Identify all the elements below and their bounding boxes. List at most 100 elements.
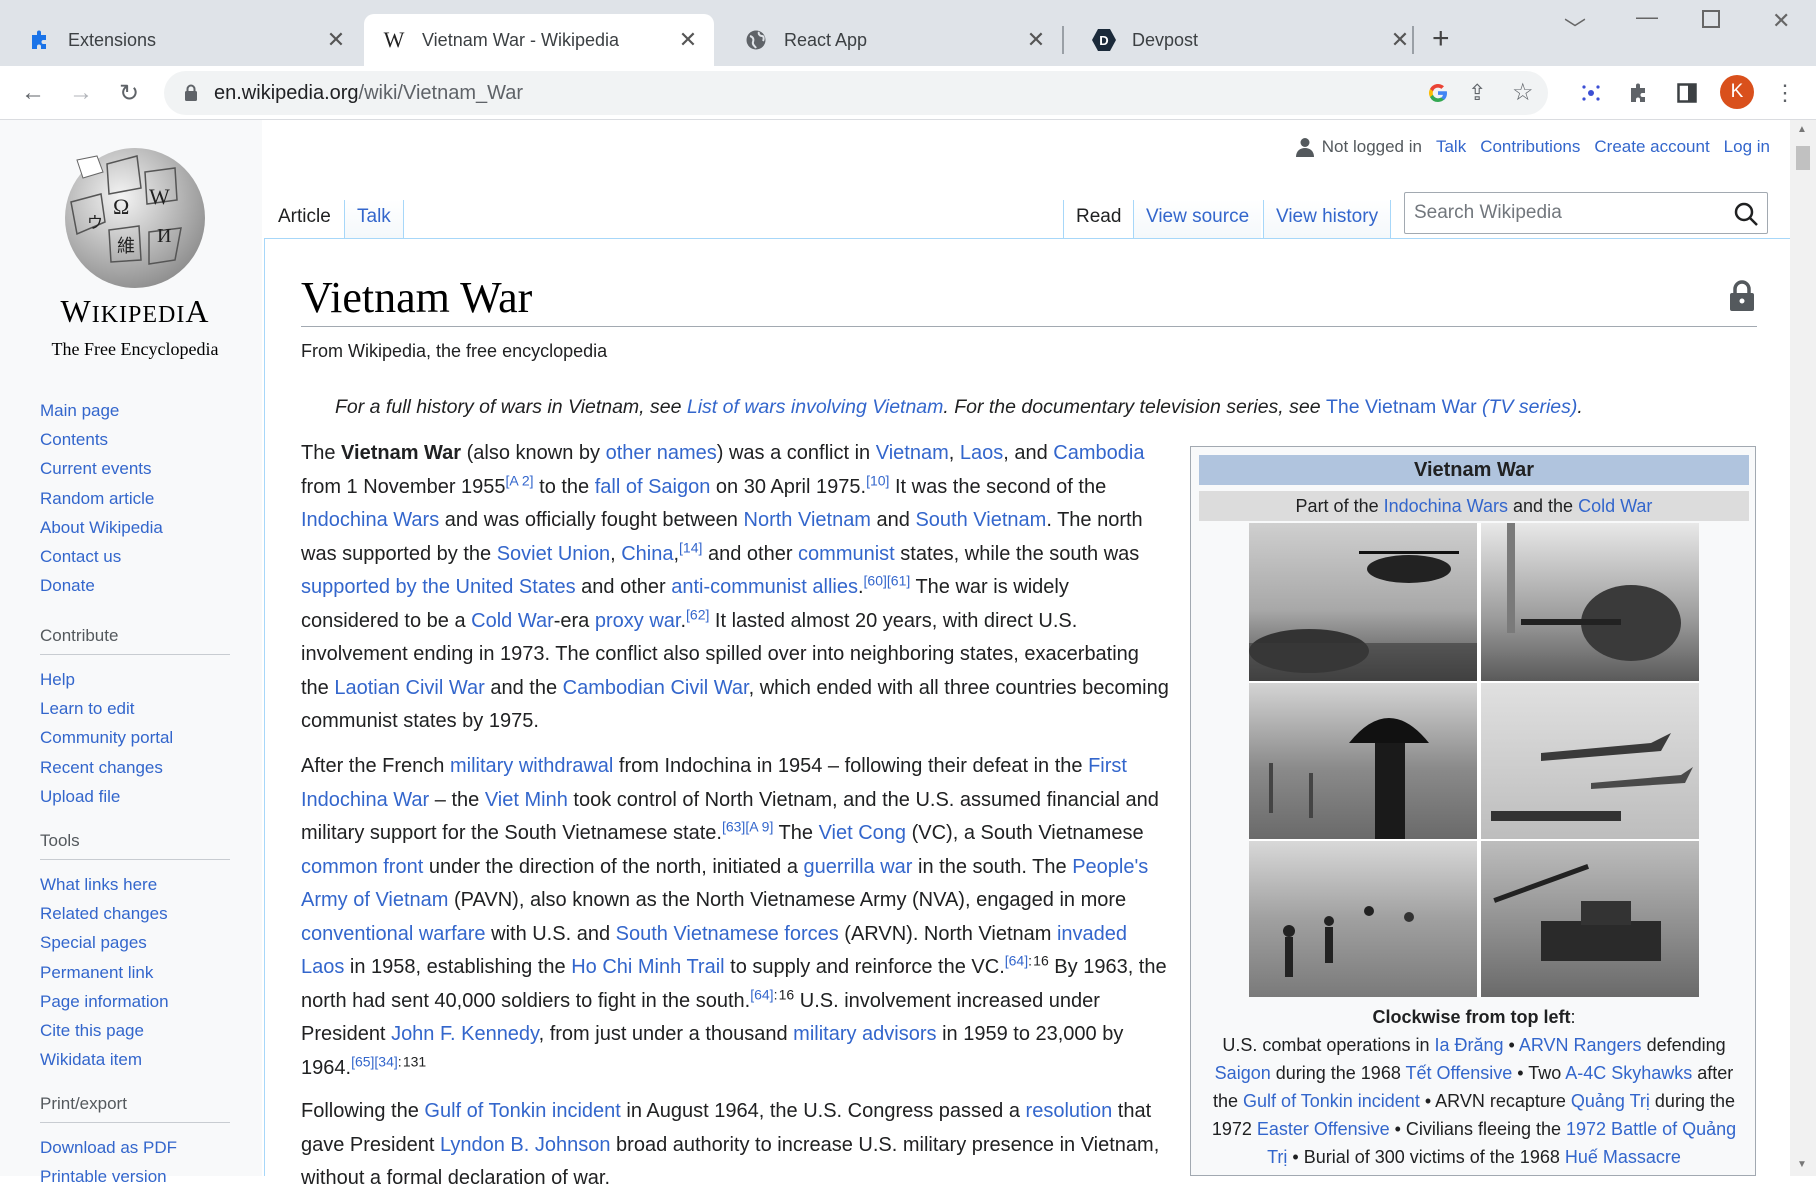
link-first-indochina-war[interactable]: First Indochina War <box>301 755 1127 811</box>
extensions-puzzle-icon[interactable] <box>1624 78 1654 108</box>
photo-burial-victims[interactable] <box>1249 841 1477 997</box>
link-supported-by-us[interactable]: supported by the United States <box>301 576 576 598</box>
google-icon[interactable] <box>1426 81 1450 110</box>
citation-link[interactable]: [65][34] <box>351 1053 398 1069</box>
link-guerrilla-war[interactable]: guerrilla war <box>804 856 913 878</box>
browser-tab-extensions[interactable]: Extensions ✕ <box>0 14 362 66</box>
infobox-cold-war-link[interactable]: Cold War <box>1578 496 1652 516</box>
wikipedia-logo[interactable]: Ω W И 維 ウ WIKIPEDIA The Free Encyclopedi… <box>40 142 230 372</box>
citation-link[interactable]: [62] <box>686 606 709 622</box>
citation-link[interactable]: [14] <box>679 539 702 555</box>
kebab-menu-icon[interactable]: ⋮ <box>1770 78 1800 108</box>
sidebar-item-contact-us[interactable]: Contact us <box>40 542 230 571</box>
sidebar-item-contents[interactable]: Contents <box>40 425 230 454</box>
infobox-photo-montage[interactable] <box>1249 523 1699 997</box>
tab-view-history[interactable]: View history <box>1263 200 1392 238</box>
link-conventional-warfare[interactable]: conventional warfare <box>301 923 486 945</box>
citation-link[interactable]: [A 2] <box>506 472 534 488</box>
link-other-names[interactable]: other names <box>606 442 717 464</box>
link-easter-offensive[interactable]: Easter Offensive <box>1257 1119 1390 1139</box>
share-icon[interactable]: ⇪ <box>1468 80 1486 106</box>
citation-link[interactable]: [10] <box>866 472 889 488</box>
list-of-wars-link[interactable]: List of wars involving Vietnam <box>687 396 944 418</box>
sidebar-item-help[interactable]: Help <box>40 665 230 694</box>
tab-search-chevron-icon[interactable]: ﹀ <box>1564 12 1586 44</box>
maximize-icon[interactable] <box>1702 10 1720 28</box>
tab-view-source[interactable]: View source <box>1133 200 1262 238</box>
link-cambodian-civil-war[interactable]: Cambodian Civil War <box>563 677 749 699</box>
link-military-advisors[interactable]: military advisors <box>793 1023 936 1045</box>
log-in-link[interactable]: Log in <box>1724 137 1770 157</box>
reload-icon[interactable]: ↻ <box>114 78 144 108</box>
sidebar-item-download-pdf[interactable]: Download as PDF <box>40 1133 230 1162</box>
link-lbj[interactable]: Lyndon B. Johnson <box>440 1134 611 1156</box>
browser-tab-react-app[interactable]: React App ✕ <box>716 14 1062 66</box>
link-south-vietnam[interactable]: South Vietnam <box>915 509 1046 531</box>
link-saigon[interactable]: Saigon <box>1215 1063 1271 1083</box>
photo-combat-operations[interactable] <box>1249 523 1477 681</box>
sidebar-item-special-pages[interactable]: Special pages <box>40 928 230 957</box>
link-south-vietnamese-forces[interactable]: South Vietnamese forces <box>616 923 839 945</box>
sidebar-item-permanent-link[interactable]: Permanent link <box>40 958 230 987</box>
link-ia-drang[interactable]: Ia Đrăng <box>1434 1035 1503 1055</box>
link-proxy-war[interactable]: proxy war <box>595 610 681 632</box>
personal-talk-link[interactable]: Talk <box>1436 137 1466 157</box>
new-tab-plus-icon[interactable]: + <box>1432 24 1450 54</box>
citation-link[interactable]: [64] <box>1005 952 1028 968</box>
lock-icon[interactable] <box>184 84 198 107</box>
extension-sparkle-icon[interactable] <box>1576 78 1606 108</box>
tab-talk-label[interactable]: Talk <box>357 206 391 227</box>
sidebar-item-about-wikipedia[interactable]: About Wikipedia <box>40 513 230 542</box>
close-tab-icon[interactable]: ✕ <box>1388 27 1412 53</box>
search-icon[interactable] <box>1733 201 1759 227</box>
photo-a4c-skyhawks[interactable] <box>1481 683 1699 839</box>
link-ho-chi-minh-trail[interactable]: Ho Chi Minh Trail <box>571 956 724 978</box>
sidebar-item-upload-file[interactable]: Upload file <box>40 782 230 811</box>
link-anti-communist-allies[interactable]: anti-communist allies <box>671 576 858 598</box>
sidebar-item-current-events[interactable]: Current events <box>40 454 230 483</box>
link-resolution[interactable]: resolution <box>1026 1100 1113 1122</box>
link-caption-gulf-of-tonkin[interactable]: Gulf of Tonkin incident <box>1243 1091 1420 1111</box>
tv-series-link-suffix[interactable]: (TV series) <box>1477 396 1577 418</box>
link-quang-tri[interactable]: Quảng Trị <box>1571 1091 1650 1111</box>
sidebar-item-printable-version[interactable]: Printable version <box>40 1162 230 1191</box>
tv-series-link-title[interactable]: The Vietnam War <box>1326 396 1477 418</box>
address-bar[interactable]: en.wikipedia.org/wiki/Vietnam_War ⇪ ☆ <box>164 71 1548 115</box>
link-tet-offensive[interactable]: Tết Offensive <box>1406 1063 1513 1083</box>
link-north-vietnam[interactable]: North Vietnam <box>744 509 871 531</box>
link-hue-massacre[interactable]: Huế Massacre <box>1565 1147 1681 1167</box>
tab-talk[interactable]: Talk <box>344 200 404 238</box>
forward-arrow-icon[interactable]: → <box>66 78 96 108</box>
close-tab-icon[interactable]: ✕ <box>1024 27 1048 53</box>
sidebar-item-community-portal[interactable]: Community portal <box>40 723 230 752</box>
sidebar-item-wikidata-item[interactable]: Wikidata item <box>40 1045 230 1074</box>
close-tab-icon[interactable]: ✕ <box>324 27 348 53</box>
link-a4c-skyhawks[interactable]: A-4C Skyhawks <box>1565 1063 1692 1083</box>
link-laotian-civil-war[interactable]: Laotian Civil War <box>334 677 484 699</box>
tab-view-history-label[interactable]: View history <box>1276 206 1378 227</box>
scroll-down-arrow-icon[interactable]: ▼ <box>1797 1159 1807 1170</box>
link-vietnam[interactable]: Vietnam <box>876 442 949 464</box>
back-arrow-icon[interactable]: ← <box>18 78 48 108</box>
search-input[interactable] <box>1414 202 1714 224</box>
link-viet-cong[interactable]: Viet Cong <box>819 822 906 844</box>
scroll-up-arrow-icon[interactable]: ▲ <box>1797 124 1807 135</box>
link-fall-of-saigon[interactable]: fall of Saigon <box>595 476 711 498</box>
contributions-link[interactable]: Contributions <box>1480 137 1580 157</box>
browser-tab-devpost[interactable]: D Devpost ✕ <box>1064 14 1426 66</box>
tab-view-source-label[interactable]: View source <box>1146 206 1249 227</box>
link-common-front[interactable]: common front <box>301 856 423 878</box>
link-pavn[interactable]: People's Army of Vietnam <box>301 856 1148 912</box>
sidebar-item-random-article[interactable]: Random article <box>40 484 230 513</box>
search-box[interactable] <box>1404 192 1768 234</box>
close-tab-icon[interactable]: ✕ <box>676 27 700 53</box>
sidebar-item-main-page[interactable]: Main page <box>40 396 230 425</box>
link-arvn-rangers[interactable]: ARVN Rangers <box>1519 1035 1642 1055</box>
sidebar-item-related-changes[interactable]: Related changes <box>40 899 230 928</box>
sidebar-item-what-links-here[interactable]: What links here <box>40 870 230 899</box>
page-scrollbar[interactable]: ▲ ▼ <box>1790 120 1816 1176</box>
tab-read[interactable]: Read <box>1063 200 1134 238</box>
tv-series-link[interactable]: The Vietnam War (TV series) <box>1326 396 1577 418</box>
bookmark-star-icon[interactable]: ☆ <box>1512 78 1534 107</box>
link-military-withdrawal[interactable]: military withdrawal <box>450 755 613 777</box>
